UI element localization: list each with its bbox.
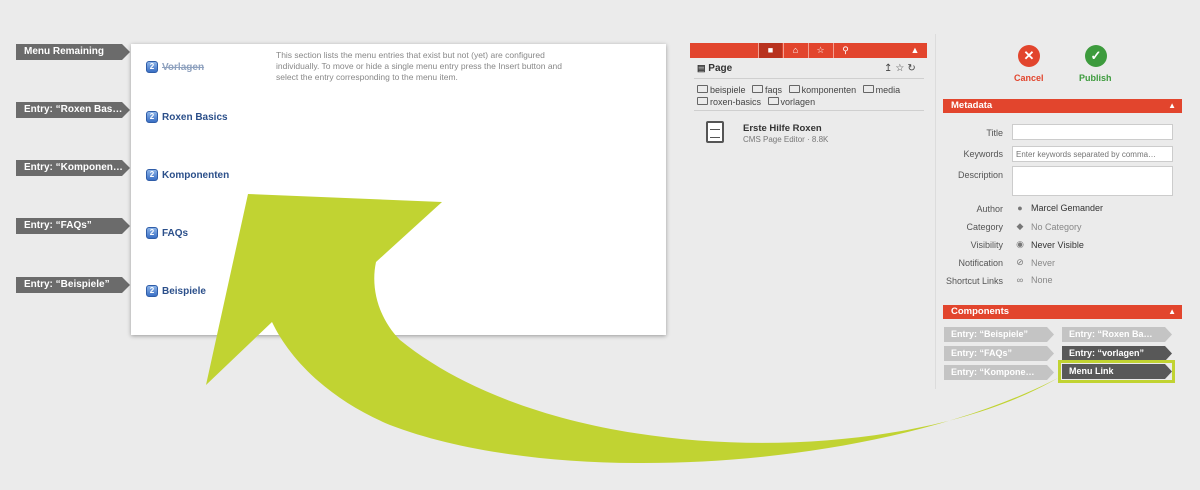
- folder-item[interactable]: komponenten: [789, 84, 857, 96]
- title-label: Title: [986, 128, 1003, 138]
- tag-menu-remaining: Menu Remaining: [16, 44, 130, 60]
- notification-value[interactable]: ⊘ Never: [1015, 257, 1055, 268]
- cancel-button[interactable]: Cancel: [1014, 73, 1044, 83]
- visibility-value[interactable]: ◉ Never Visible: [1015, 239, 1084, 250]
- description-label: Description: [957, 170, 1003, 180]
- tag-entry-roxen-basics: Entry: “Roxen Bas…: [16, 102, 130, 118]
- refresh-icon[interactable]: ↻: [907, 63, 918, 74]
- collapse-icon: ▲: [1168, 101, 1176, 110]
- menu-entry-vorlagen[interactable]: 2 Vorlagen: [146, 59, 204, 75]
- bell-slash-icon: ⊘: [1016, 257, 1024, 267]
- author-value[interactable]: ● Marcel Gemander: [1015, 203, 1103, 213]
- panel-separator: [935, 34, 936, 389]
- star-icon[interactable]: ☆: [808, 43, 832, 58]
- shortcut-links-label: Shortcut Links: [945, 276, 1003, 286]
- menu-entry-beispiele[interactable]: 2 Beispiele: [146, 283, 206, 299]
- metadata-header[interactable]: Metadata ▲: [943, 99, 1182, 113]
- upload-icon[interactable]: ↥: [884, 63, 895, 74]
- title-input[interactable]: [1012, 124, 1173, 140]
- search-icon[interactable]: ⚲: [833, 43, 857, 58]
- folder-item[interactable]: vorlagen: [768, 96, 816, 108]
- menu-preview-card: 2 Vorlagen This section lists the menu e…: [131, 44, 666, 335]
- folder-item[interactable]: media: [863, 84, 901, 96]
- star-outline-icon[interactable]: ☆: [895, 63, 907, 74]
- tag-entry-komponenten: Entry: “Komponen…: [16, 160, 130, 176]
- menu-entry-label: Roxen Basics: [162, 111, 228, 123]
- document-icon: [706, 121, 724, 143]
- author-label: Author: [976, 204, 1003, 214]
- shortcut-links-value[interactable]: ∞ None: [1015, 275, 1053, 285]
- component-chip-beispiele[interactable]: Entry: “Beispiele”: [944, 327, 1054, 342]
- menu-entry-label: Vorlagen: [162, 61, 205, 73]
- home-icon[interactable]: ⌂: [783, 43, 807, 58]
- component-chip-vorlagen[interactable]: Entry: “vorlagen”: [1062, 346, 1172, 361]
- divider: [694, 78, 924, 79]
- keywords-input[interactable]: [1012, 146, 1173, 162]
- menu-link-highlight: [1058, 360, 1175, 383]
- category-value[interactable]: ◆ No Category: [1015, 221, 1082, 232]
- panel-tools: ↥☆↻: [884, 63, 919, 74]
- collapse-icon[interactable]: ▲: [903, 43, 927, 58]
- entry-icon: 2: [146, 227, 158, 239]
- menu-entry-roxen-basics[interactable]: 2 Roxen Basics: [146, 109, 228, 125]
- menu-entry-komponenten[interactable]: 2 Komponenten: [146, 167, 229, 183]
- eye-slash-icon: ◉: [1016, 239, 1024, 249]
- component-chip-roxen-basics[interactable]: Entry: “Roxen Ba…: [1062, 327, 1172, 342]
- visibility-label: Visibility: [970, 240, 1003, 250]
- folder-item[interactable]: beispiele: [697, 84, 746, 96]
- components-header[interactable]: Components ▲: [943, 305, 1182, 319]
- component-chip-komponenten[interactable]: Entry: “Kompone…: [944, 365, 1054, 380]
- panel-title: ▤ Page: [697, 63, 733, 74]
- menu-entry-faqs[interactable]: 2 FAQs: [146, 225, 188, 241]
- tag-icon: ◆: [1016, 221, 1024, 231]
- folder-item[interactable]: roxen-basics: [697, 96, 761, 108]
- folder-list: beispiele faqs komponenten media roxen-b…: [697, 84, 922, 108]
- menu-entry-label: FAQs: [162, 227, 189, 239]
- component-chip-faqs[interactable]: Entry: “FAQs”: [944, 346, 1054, 361]
- entry-icon: 2: [146, 285, 158, 297]
- menu-entry-label: Beispiele: [162, 285, 206, 297]
- user-icon: ●: [1017, 203, 1023, 213]
- link-icon: ∞: [1016, 275, 1024, 285]
- publish-button[interactable]: Publish: [1079, 73, 1112, 83]
- notification-label: Notification: [958, 258, 1003, 268]
- file-title[interactable]: Erste Hilfe Roxen: [743, 123, 822, 134]
- checkmark-icon[interactable]: ✓: [1085, 45, 1107, 67]
- description-textarea[interactable]: [1012, 166, 1173, 196]
- file-meta: CMS Page Editor · 8.8K: [743, 135, 829, 144]
- divider: [694, 110, 924, 111]
- entry-icon: 2: [146, 111, 158, 123]
- tag-entry-faqs: Entry: “FAQs”: [16, 218, 130, 234]
- category-label: Category: [966, 222, 1003, 232]
- section-description: This section lists the menu entries that…: [276, 50, 563, 82]
- file-icon: ▤: [697, 63, 706, 73]
- collapse-icon: ▲: [1168, 307, 1176, 316]
- menu-entry-label: Komponenten: [162, 169, 230, 181]
- tag-entry-beispiele: Entry: “Beispiele”: [16, 277, 130, 293]
- entry-icon: 2: [146, 169, 158, 181]
- cancel-icon[interactable]: ✕: [1018, 45, 1040, 67]
- page-icon[interactable]: ■: [758, 43, 782, 58]
- browser-toolbar: ■ ⌂ ☆ ⚲ ▲: [690, 43, 927, 58]
- entry-icon: 2: [146, 61, 158, 73]
- keywords-label: Keywords: [963, 149, 1003, 159]
- folder-item[interactable]: faqs: [752, 84, 782, 96]
